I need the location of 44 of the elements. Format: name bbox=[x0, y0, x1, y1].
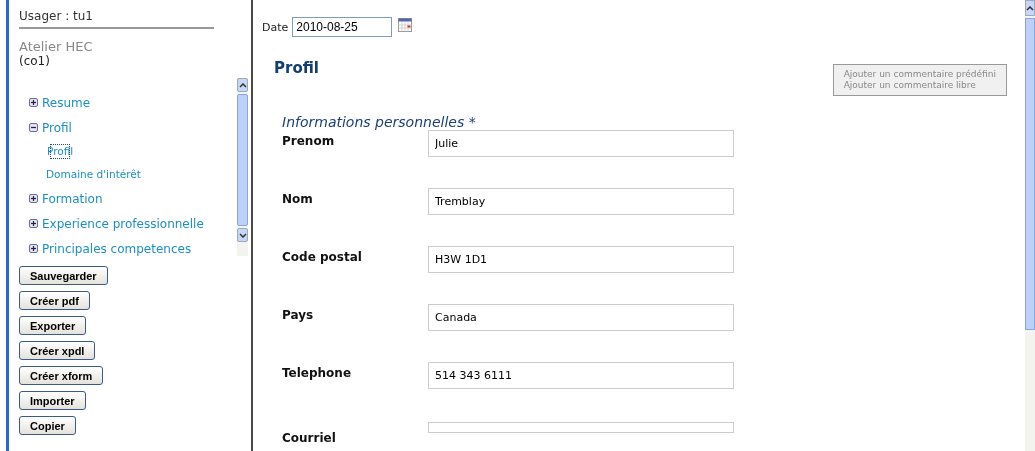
input-field[interactable]: 514 343 6111 bbox=[428, 362, 734, 389]
date-label: Date bbox=[262, 20, 289, 34]
field-label: Prenom bbox=[282, 133, 336, 148]
tree-subitem[interactable]: Profil bbox=[46, 140, 75, 163]
caret-up-icon[interactable] bbox=[1026, 5, 1034, 11]
tree-item[interactable]: Formation bbox=[42, 191, 103, 206]
input-field[interactable] bbox=[428, 422, 734, 433]
user-label: Usager : tu1 bbox=[19, 0, 214, 29]
caret-up-icon[interactable] bbox=[238, 82, 247, 88]
action-button[interactable]: Créer xform bbox=[19, 366, 104, 385]
tree-subitem[interactable]: Domaine d'intérêt bbox=[46, 163, 141, 186]
tree-item[interactable]: Experience professionnelle bbox=[42, 216, 204, 231]
action-button[interactable]: Importer bbox=[19, 391, 86, 410]
expand-icon[interactable] bbox=[29, 98, 38, 107]
action-button[interactable]: Copier bbox=[19, 416, 76, 435]
section-title: Informations personnelles * bbox=[282, 114, 477, 130]
page-title: Profil bbox=[274, 59, 319, 77]
date-field[interactable]: 2010-08-25 bbox=[292, 17, 393, 37]
expand-icon[interactable] bbox=[29, 219, 38, 228]
field-label: Telephone bbox=[282, 365, 353, 380]
scrollbar[interactable] bbox=[237, 78, 248, 256]
input-field[interactable]: Canada bbox=[428, 304, 734, 331]
field-label: Code postal bbox=[282, 249, 363, 264]
input-field[interactable]: Julie bbox=[428, 130, 734, 157]
tree-item[interactable]: Principales competences bbox=[42, 241, 192, 256]
collapse-icon[interactable] bbox=[29, 123, 38, 132]
tree-item[interactable]: Resume bbox=[42, 95, 91, 110]
action-button[interactable]: Sauvegarder bbox=[19, 266, 108, 285]
field-label: Nom bbox=[282, 191, 314, 206]
field-label: Courriel bbox=[282, 430, 337, 445]
action-button[interactable]: Créer pdf bbox=[19, 291, 90, 310]
input-field[interactable]: H3W 1D1 bbox=[428, 246, 734, 273]
expand-icon[interactable] bbox=[29, 194, 38, 203]
action-button[interactable]: Exporter bbox=[19, 316, 87, 335]
field-label: Pays bbox=[282, 307, 315, 322]
input-field[interactable]: Tremblay bbox=[428, 188, 734, 215]
expand-icon[interactable] bbox=[29, 244, 38, 253]
calendar-icon[interactable] bbox=[398, 18, 413, 32]
caret-down-icon[interactable] bbox=[238, 232, 247, 238]
page-scrollbar[interactable] bbox=[1025, 0, 1035, 451]
tree-item[interactable]: Profil bbox=[42, 120, 72, 135]
action-button[interactable]: Créer xpdl bbox=[19, 341, 96, 360]
organization-name: Atelier HEC bbox=[19, 39, 94, 54]
organization-code: (co1) bbox=[19, 54, 51, 68]
